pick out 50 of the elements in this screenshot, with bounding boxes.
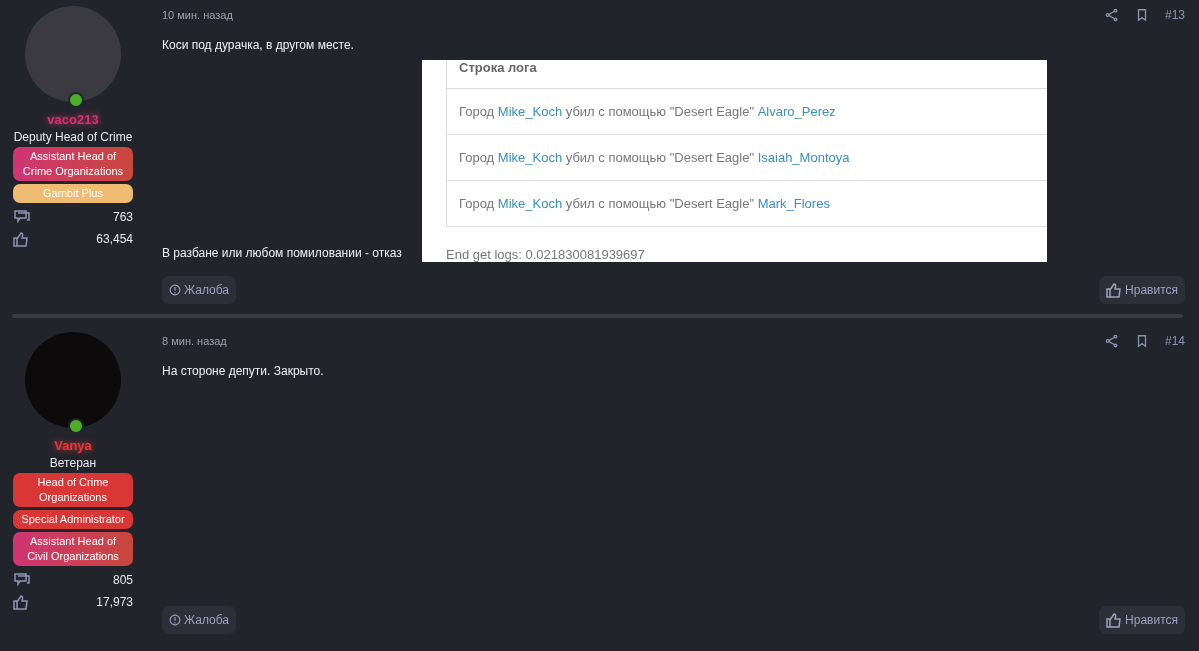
message-count: 763 xyxy=(112,210,133,224)
log-action: убил с помощью "Desert Eagle" xyxy=(565,196,755,211)
thumbs-up-icon xyxy=(1106,612,1123,628)
thumbs-up-icon xyxy=(1106,282,1123,298)
post-text: На стороне депути. Закрыто. xyxy=(162,364,325,378)
log-city: Город xyxy=(459,196,495,211)
player-link[interactable]: Mike_Koch xyxy=(497,150,563,165)
post-time[interactable]: 8 мин. назад xyxy=(162,335,227,347)
player-link[interactable]: Mark_Flores xyxy=(757,196,830,211)
user-title: Ветеран xyxy=(49,456,97,470)
alert-icon xyxy=(169,284,181,296)
online-status-icon xyxy=(68,418,84,434)
player-link[interactable]: Alvaro_Perez xyxy=(757,104,836,119)
user-banner: Head of Crime Organizations xyxy=(13,473,133,507)
post-number[interactable]: #13 xyxy=(1164,8,1185,22)
reaction-count: 63,454 xyxy=(96,232,133,246)
username[interactable]: vaco213 xyxy=(47,112,99,127)
like-button[interactable]: Нравится xyxy=(1099,606,1185,634)
like-button[interactable]: Нравится xyxy=(1099,276,1185,304)
user-title: Deputy Head of Crime xyxy=(13,130,133,144)
report-button[interactable]: Жалоба xyxy=(162,606,236,634)
username[interactable]: Vanya xyxy=(54,438,92,453)
post-time[interactable]: 10 мин. назад xyxy=(162,9,233,21)
post-text: В разбане или любом помиловании - отказ xyxy=(162,246,403,260)
thumbs-up-icon xyxy=(13,594,29,610)
share-icon[interactable] xyxy=(1104,334,1119,348)
online-status-icon xyxy=(68,92,84,108)
log-action: убил с помощью "Desert Eagle" xyxy=(565,150,755,165)
log-action: убил с помощью "Desert Eagle" xyxy=(565,104,755,119)
alert-icon xyxy=(169,614,181,626)
log-city: Город xyxy=(459,150,495,165)
log-city: Город xyxy=(459,104,495,119)
table-header: Строка лога xyxy=(459,60,537,75)
player-link[interactable]: Mike_Koch xyxy=(497,104,563,119)
user-banner: Special Administrator xyxy=(13,510,133,529)
post-number[interactable]: #14 xyxy=(1164,334,1185,348)
report-button[interactable]: Жалоба xyxy=(162,276,236,304)
user-banner: Gambit Plus xyxy=(13,184,133,203)
reaction-count: 17,973 xyxy=(96,595,133,609)
post-text: Коси под дурачка, в другом месте. xyxy=(162,38,355,52)
player-link[interactable]: Isaiah_Montoya xyxy=(757,150,850,165)
comments-icon xyxy=(13,209,31,225)
log-footer: End get logs: 0.021830081939697 xyxy=(446,247,1047,262)
user-banner: Assistant Head of Civil Organizations xyxy=(13,532,133,566)
share-icon[interactable] xyxy=(1104,8,1119,22)
user-banner: Assistant Head of Crime Organizations xyxy=(13,147,133,181)
comments-icon xyxy=(13,572,31,588)
message-count: 805 xyxy=(112,573,133,587)
player-link[interactable]: Mike_Koch xyxy=(497,196,563,211)
thumbs-up-icon xyxy=(13,231,29,247)
